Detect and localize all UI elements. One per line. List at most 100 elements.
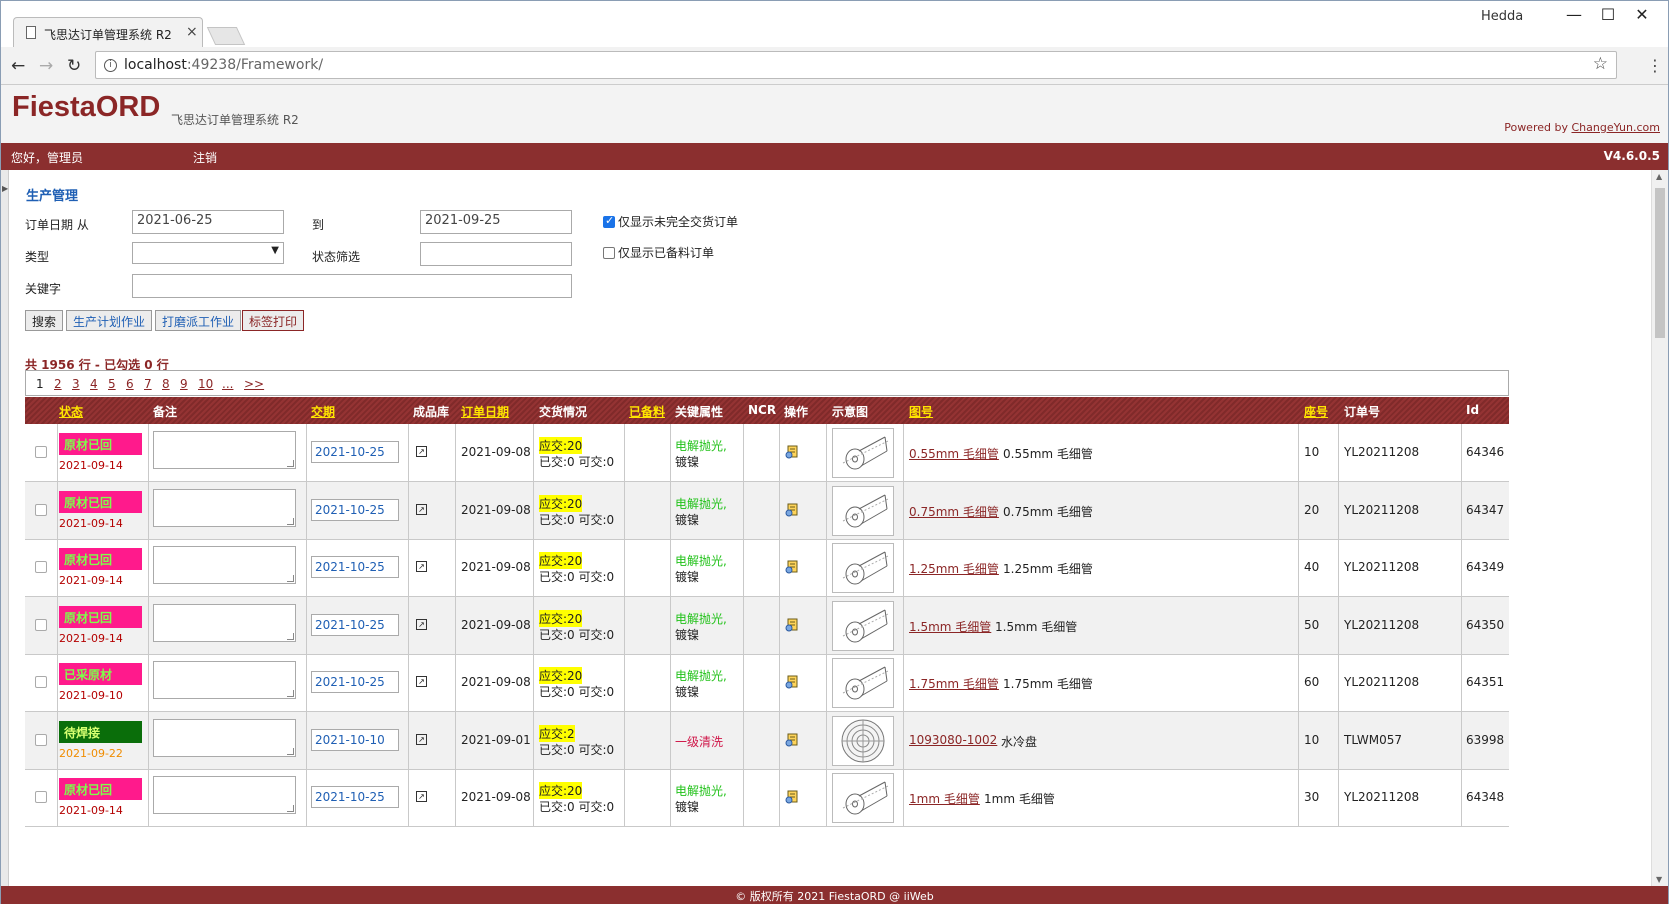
due-date-input[interactable]: 2021-10-25 xyxy=(311,786,399,808)
close-window-icon[interactable]: ✕ xyxy=(1627,5,1657,24)
page-scrollbar[interactable]: ▲ ▼ xyxy=(1651,170,1668,886)
remark-textarea[interactable] xyxy=(153,718,296,757)
prepared-checkbox[interactable] xyxy=(603,246,615,259)
due-date-input[interactable]: 2021-10-25 xyxy=(311,671,399,693)
drawing-link[interactable]: 1.75mm 毛细管 xyxy=(909,675,999,692)
forward-icon[interactable]: → xyxy=(39,56,53,76)
production-plan-button[interactable]: 生产计划作业 xyxy=(66,310,153,331)
page-link[interactable]: 3 xyxy=(72,377,80,391)
bookmark-star-icon[interactable]: ☆ xyxy=(1593,54,1608,74)
date-from-input[interactable]: 2021-06-25 xyxy=(132,210,284,234)
page-link[interactable]: 4 xyxy=(90,377,98,391)
diagram-thumbnail[interactable] xyxy=(832,543,894,593)
remark-textarea[interactable] xyxy=(153,776,296,814)
incomplete-checkbox-row[interactable]: 仅显示未完全交货订单 xyxy=(603,213,738,230)
type-select[interactable]: ▼ xyxy=(132,242,284,264)
page-link[interactable]: 10 xyxy=(198,377,213,391)
col-drawing[interactable]: 图号 xyxy=(909,403,933,420)
drawing-link[interactable]: 1mm 毛细管 xyxy=(909,790,980,807)
due-date-input[interactable]: 2021-10-25 xyxy=(311,498,399,521)
due-date-input[interactable]: 2021-10-10 xyxy=(311,728,399,751)
page-link[interactable]: 9 xyxy=(180,377,188,391)
back-icon[interactable]: ← xyxy=(11,56,25,76)
page-link[interactable]: 2 xyxy=(54,377,62,391)
sidebar-toggle[interactable]: ▶ xyxy=(1,170,9,890)
scroll-down-icon[interactable]: ▼ xyxy=(1656,875,1662,884)
logout-link[interactable]: 注销 xyxy=(193,149,217,166)
grind-dispatch-button[interactable]: 打磨派工作业 xyxy=(155,310,242,331)
search-button[interactable]: 搜索 xyxy=(25,310,64,331)
col-prepared[interactable]: 已备料 xyxy=(629,403,665,420)
stock-link-icon[interactable]: ↗ xyxy=(416,618,427,630)
row-checkbox[interactable] xyxy=(35,618,47,631)
row-checkbox[interactable] xyxy=(35,561,47,573)
drawing-link[interactable]: 0.75mm 毛细管 xyxy=(909,503,999,520)
edit-operation-icon[interactable] xyxy=(784,559,798,574)
diagram-thumbnail[interactable] xyxy=(832,485,894,536)
diagram-thumbnail[interactable] xyxy=(832,715,894,766)
diagram-thumbnail[interactable] xyxy=(832,658,894,708)
page-link[interactable]: 8 xyxy=(162,377,170,391)
edit-operation-icon[interactable] xyxy=(784,732,798,746)
remark-textarea[interactable] xyxy=(153,431,296,469)
due-date-input[interactable]: 2021-10-25 xyxy=(311,556,399,578)
powered-link[interactable]: ChangeYun.com xyxy=(1571,121,1660,134)
edit-operation-icon[interactable] xyxy=(784,789,798,804)
page-more-link[interactable]: ... xyxy=(222,377,233,391)
stock-link-icon[interactable]: ↗ xyxy=(416,676,427,687)
info-icon[interactable]: i xyxy=(104,59,117,72)
edit-operation-icon[interactable] xyxy=(784,674,798,689)
remark-textarea[interactable] xyxy=(153,603,296,642)
due-date-input[interactable]: 2021-10-25 xyxy=(311,613,399,636)
scroll-thumb[interactable] xyxy=(1655,188,1665,338)
drawing-link[interactable]: 1.25mm 毛细管 xyxy=(909,560,999,577)
row-checkbox[interactable] xyxy=(35,676,47,688)
stock-link-icon[interactable]: ↗ xyxy=(416,733,427,745)
col-status[interactable]: 状态 xyxy=(59,403,83,420)
row-checkbox[interactable] xyxy=(35,446,47,458)
status-filter-input[interactable] xyxy=(420,242,572,266)
date-to-input[interactable]: 2021-09-25 xyxy=(420,210,572,234)
tab-close-icon[interactable]: × xyxy=(186,24,198,40)
edit-operation-icon[interactable] xyxy=(784,444,798,459)
page-link[interactable]: 7 xyxy=(144,377,152,391)
stock-link-icon[interactable]: ↗ xyxy=(416,503,427,515)
col-seq[interactable]: 座号 xyxy=(1304,403,1328,420)
scroll-up-icon[interactable]: ▲ xyxy=(1656,172,1662,181)
drawing-link[interactable]: 0.55mm 毛细管 xyxy=(909,445,999,462)
edit-operation-icon[interactable] xyxy=(784,617,798,631)
col-due[interactable]: 交期 xyxy=(311,403,335,420)
incomplete-checkbox[interactable] xyxy=(603,214,615,228)
prepared-checkbox-row[interactable]: 仅显示已备料订单 xyxy=(603,244,714,261)
browser-tab[interactable]: 飞思达订单管理系统 R2 × xyxy=(13,17,203,47)
diagram-thumbnail[interactable] xyxy=(832,773,894,823)
row-checkbox[interactable] xyxy=(35,733,47,746)
stock-link-icon[interactable]: ↗ xyxy=(416,446,427,457)
remark-textarea[interactable] xyxy=(153,488,296,527)
browser-menu-icon[interactable]: ⋮ xyxy=(1647,56,1663,75)
page-link[interactable]: 6 xyxy=(126,377,134,391)
url-input[interactable]: i localhost:49238/Framework/ ☆ xyxy=(95,51,1617,79)
drawing-link[interactable]: 1093080-1002 xyxy=(909,733,997,747)
page-link[interactable]: 5 xyxy=(108,377,116,391)
row-checkbox[interactable] xyxy=(35,503,47,516)
col-order-date[interactable]: 订单日期 xyxy=(461,403,509,420)
browser-user-name[interactable]: Hedda xyxy=(1481,9,1523,24)
remark-textarea[interactable] xyxy=(153,661,296,699)
new-tab-button[interactable] xyxy=(206,27,246,45)
drawing-link[interactable]: 1.5mm 毛细管 xyxy=(909,618,991,635)
remark-textarea[interactable] xyxy=(153,546,296,584)
row-checkbox[interactable] xyxy=(35,791,47,803)
edit-operation-icon[interactable] xyxy=(784,502,798,516)
diagram-thumbnail[interactable] xyxy=(832,600,894,651)
due-date-input[interactable]: 2021-10-25 xyxy=(311,441,399,463)
label-print-button[interactable]: 标签打印 xyxy=(242,310,305,331)
diagram-thumbnail[interactable] xyxy=(832,428,894,478)
reload-icon[interactable]: ↻ xyxy=(67,56,81,76)
minimize-icon[interactable]: — xyxy=(1559,5,1589,24)
stock-link-icon[interactable]: ↗ xyxy=(416,791,427,802)
page-next-link[interactable]: >> xyxy=(244,377,264,391)
maximize-icon[interactable]: ☐ xyxy=(1593,5,1623,24)
stock-link-icon[interactable]: ↗ xyxy=(416,561,427,572)
keyword-input[interactable] xyxy=(132,274,572,298)
